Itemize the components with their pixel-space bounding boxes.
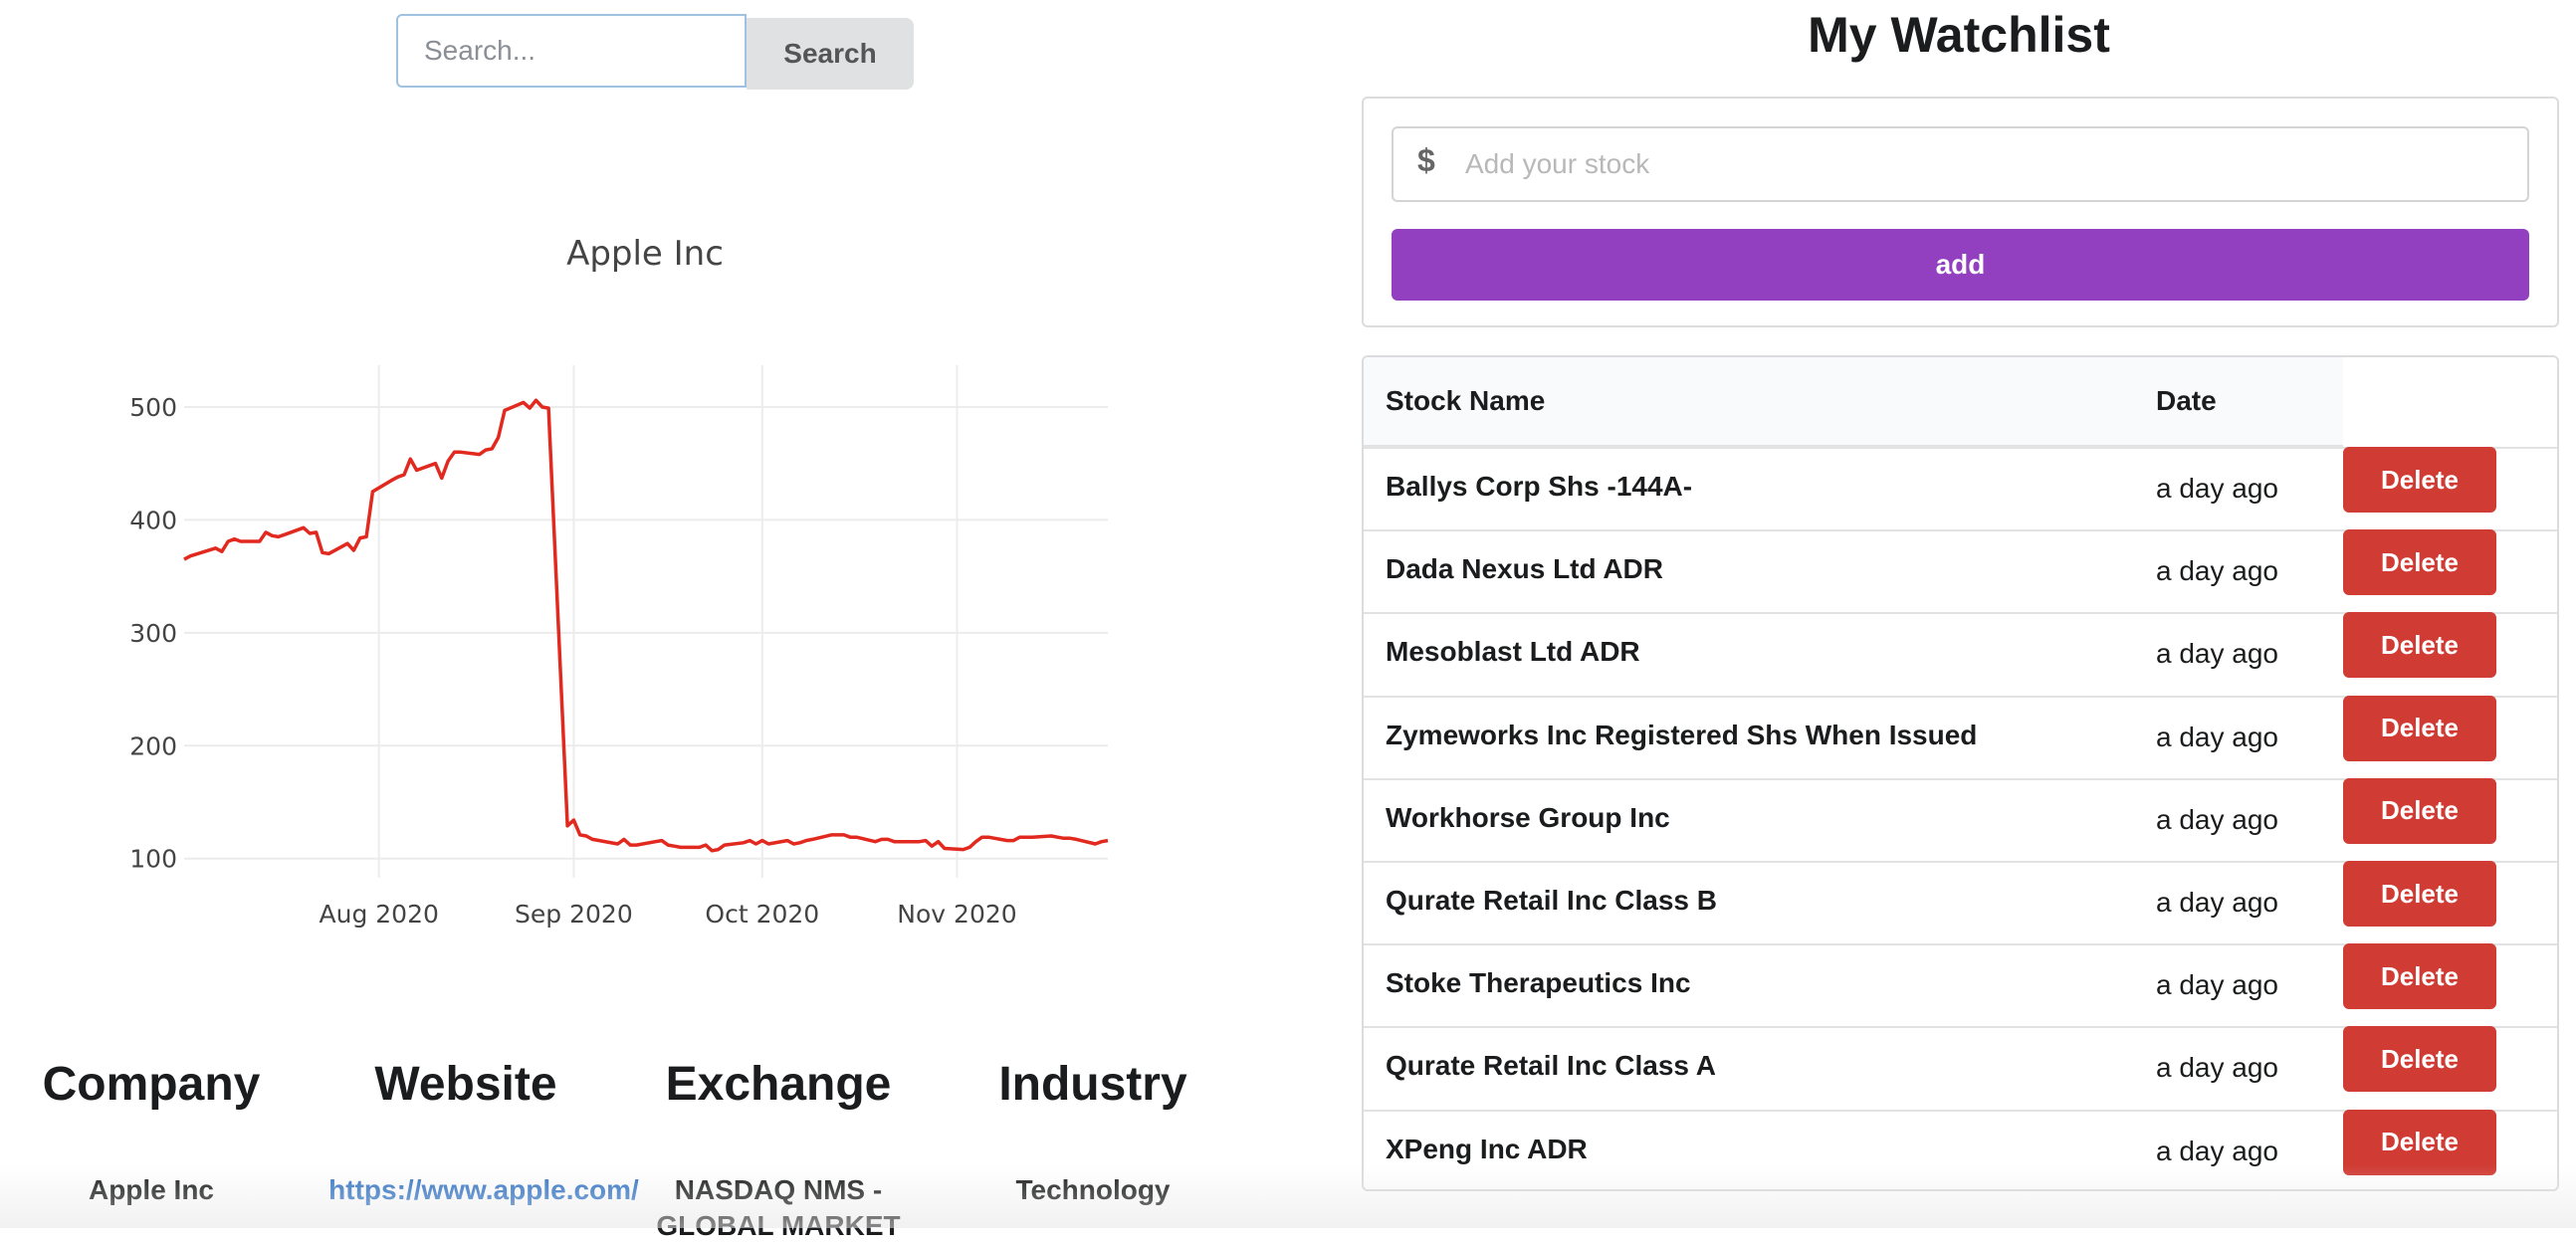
- table-row: Dada Nexus Ltd ADR a day ago Delete: [1364, 529, 2557, 612]
- table-row: Mesoblast Ltd ADR a day ago Delete: [1364, 612, 2557, 695]
- x-tick-label: Nov 2020: [897, 900, 1016, 929]
- stock-input-wrap: $: [1392, 126, 2529, 202]
- x-tick-label: Sep 2020: [515, 900, 633, 929]
- stock-name: Zymeworks Inc Registered Shs When Issued: [1386, 719, 1978, 750]
- search-input[interactable]: [396, 14, 747, 88]
- table-row: Workhorse Group Inc a day ago Delete: [1364, 777, 2557, 861]
- stock-name: Stoke Therapeutics Inc: [1386, 967, 1691, 999]
- watchlist-title: My Watchlist: [1808, 7, 2110, 63]
- stock-date: a day ago: [2156, 555, 2278, 587]
- website-link[interactable]: https://www.apple.com/: [320, 1172, 648, 1208]
- stock-name: Qurate Retail Inc Class B: [1386, 885, 1718, 916]
- table-row: Qurate Retail Inc Class A a day ago Delete: [1364, 1026, 2557, 1109]
- stock-date: a day ago: [2156, 638, 2278, 670]
- stock-name: Dada Nexus Ltd ADR: [1386, 553, 1664, 585]
- search-button[interactable]: Search: [747, 18, 914, 90]
- delete-button[interactable]: Delete: [2343, 529, 2496, 596]
- y-tick-label: 500: [129, 393, 177, 422]
- exchange-value: NASDAQ NMS - GLOBAL MARKET: [656, 1174, 901, 1241]
- price-chart: Apple Inc 100 200 300 400 500 Aug 2020 Sep 2020…: [129, 234, 1109, 929]
- table-row: XPeng Inc ADR a day ago Delete: [1364, 1109, 2557, 1189]
- y-tick-label: 400: [129, 506, 177, 534]
- watchlist-table: Stock Name Date Ballys Corp Shs -144A-a …: [1362, 355, 2559, 1191]
- delete-button[interactable]: Delete: [2343, 861, 2496, 927]
- stock-name: Mesoblast Ltd ADR: [1386, 636, 1640, 668]
- stock-name: Workhorse Group Inc: [1386, 801, 1670, 833]
- stock-date: a day ago: [2156, 969, 2278, 1001]
- stock-date: a day ago: [2156, 1052, 2278, 1084]
- column-header-stock-name: Stock Name: [1386, 385, 1546, 416]
- website-header: Website: [374, 1058, 557, 1111]
- x-tick-label: Oct 2020: [705, 900, 819, 929]
- table-row: Ballys Corp Shs -144A-a day ago Delete: [1364, 447, 2557, 529]
- stock-date: a day ago: [2156, 721, 2278, 752]
- stock-name: Ballys Corp Shs -144A-: [1386, 471, 1693, 502]
- delete-button[interactable]: Delete: [2343, 612, 2496, 679]
- industry-header: Industry: [998, 1058, 1187, 1111]
- column-header-date: Date: [2156, 385, 2217, 416]
- delete-button[interactable]: Delete: [2343, 695, 2496, 761]
- dollar-icon: $: [1417, 142, 1435, 178]
- company-header: Company: [42, 1058, 261, 1111]
- table-header: Stock Name Date: [1364, 357, 2343, 447]
- delete-button[interactable]: Delete: [2343, 1109, 2496, 1175]
- delete-button[interactable]: Delete: [2343, 1026, 2496, 1093]
- add-button[interactable]: add: [1392, 229, 2529, 301]
- delete-button[interactable]: Delete: [2343, 777, 2496, 844]
- exchange-header: Exchange: [665, 1058, 892, 1111]
- table-row: Stoke Therapeutics Inc a day ago Delete: [1364, 943, 2557, 1026]
- y-tick-label: 300: [129, 619, 177, 648]
- add-stock-input[interactable]: [1463, 132, 2518, 196]
- stock-date: a day ago: [2156, 887, 2278, 918]
- stock-date: a day ago: [2156, 803, 2278, 835]
- chart-title: Apple Inc: [566, 234, 724, 274]
- table-row: Qurate Retail Inc Class B a day ago Delete: [1364, 861, 2557, 943]
- price-line: [183, 398, 1109, 853]
- y-tick-label: 200: [129, 731, 177, 760]
- delete-button[interactable]: Delete: [2343, 447, 2496, 513]
- delete-button[interactable]: Delete: [2343, 943, 2496, 1010]
- y-tick-label: 100: [129, 845, 177, 874]
- table-row: Zymeworks Inc Registered Shs When Issued…: [1364, 695, 2557, 778]
- stock-name: Qurate Retail Inc Class A: [1386, 1050, 1716, 1082]
- stock-date: a day ago: [2156, 1135, 2278, 1166]
- company-value: Apple Inc: [88, 1174, 214, 1205]
- stock-date: a day ago: [2156, 473, 2278, 504]
- x-tick-label: Aug 2020: [320, 900, 439, 929]
- add-stock-panel: $ add: [1362, 97, 2559, 327]
- industry-value: Technology: [1015, 1174, 1171, 1205]
- stock-name: XPeng Inc ADR: [1386, 1133, 1588, 1164]
